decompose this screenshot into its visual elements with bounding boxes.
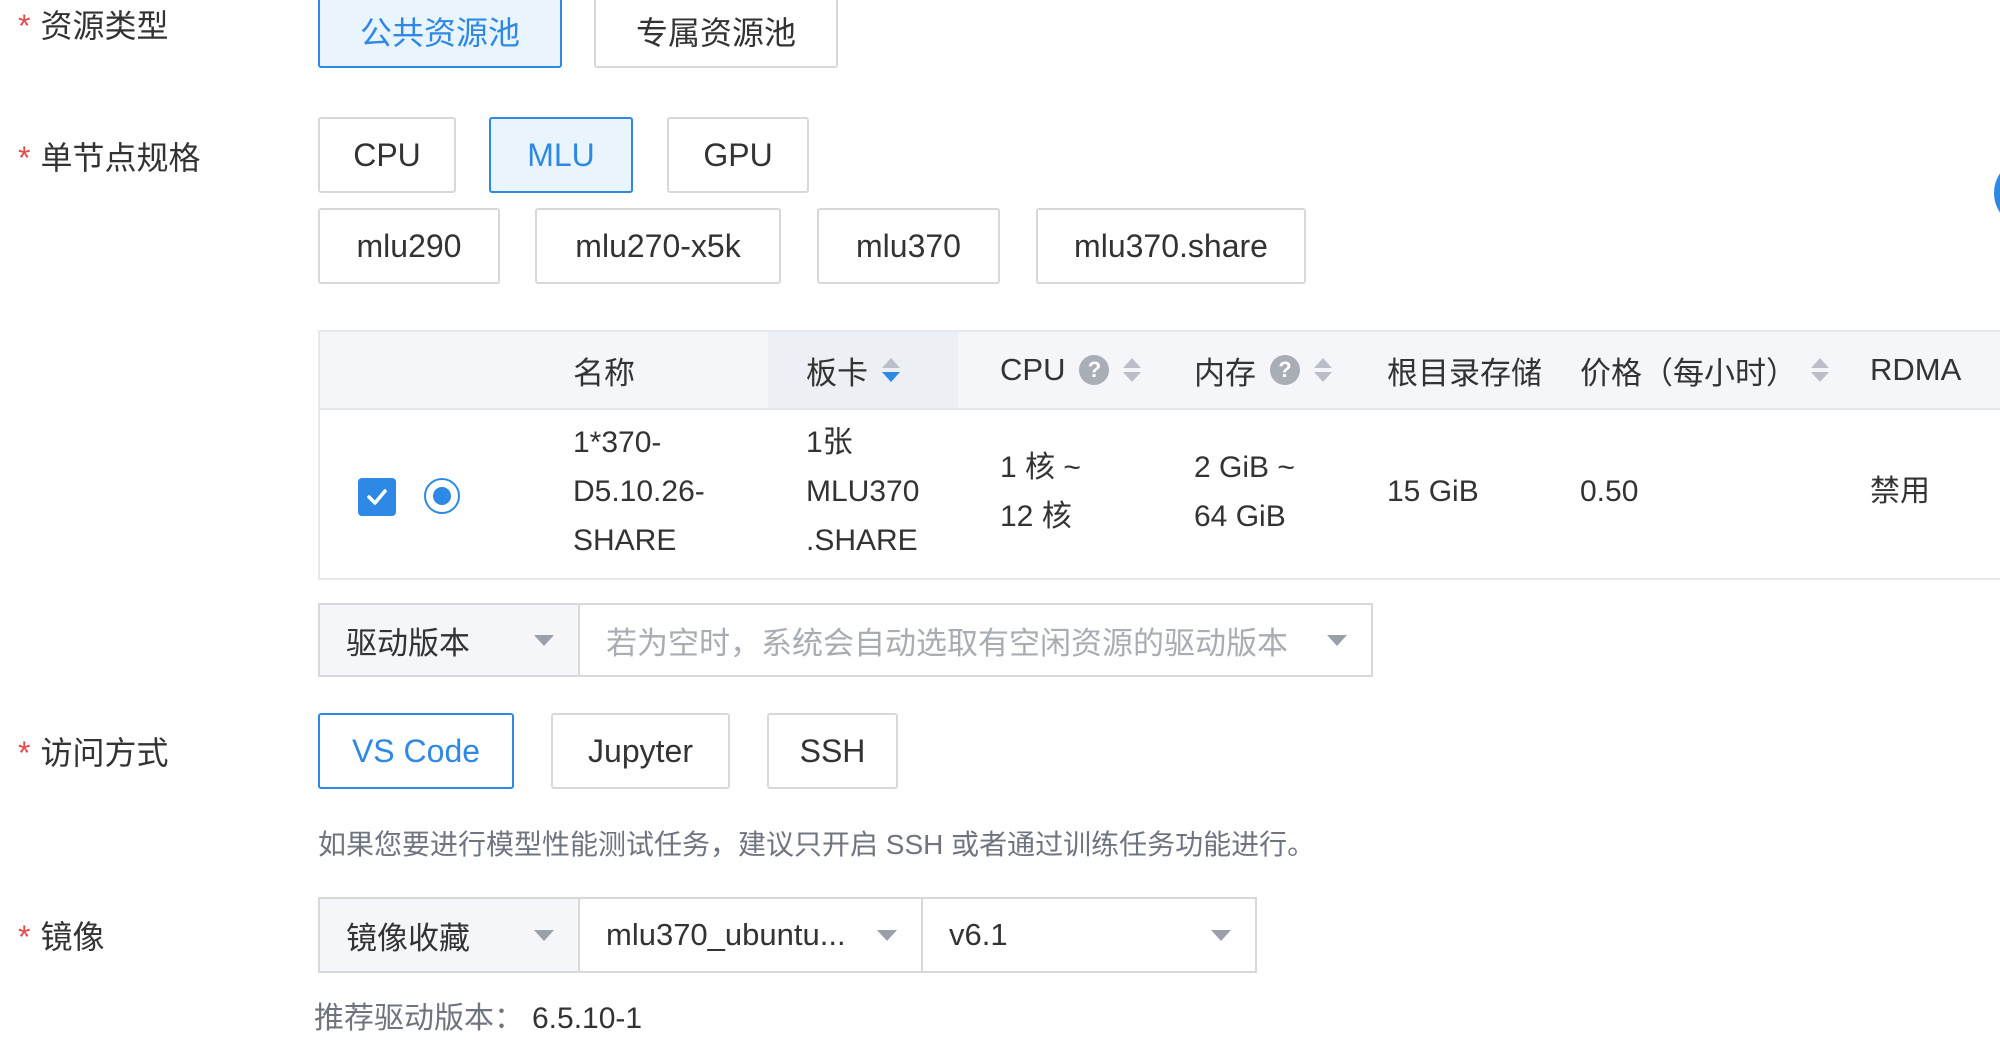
row-radio[interactable] bbox=[424, 478, 460, 514]
sort-icon[interactable] bbox=[1314, 358, 1332, 382]
image-source-select[interactable]: 镜像收藏 bbox=[318, 897, 580, 973]
access-hint: 如果您要进行模型性能测试任务，建议只开启 SSH 或者通过训练任务功能进行。 bbox=[318, 829, 1316, 860]
sort-icon[interactable] bbox=[882, 358, 900, 382]
model-mlu290-button[interactable]: mlu290 bbox=[318, 208, 500, 284]
access-ssh-button[interactable]: SSH bbox=[767, 713, 898, 789]
caret-down-icon bbox=[534, 930, 554, 941]
cell-memory: 2 GiB ~ 64 GiB bbox=[1194, 451, 1295, 533]
cell-card: 1张 MLU370 .SHARE bbox=[806, 426, 920, 557]
access-label: * 访问方式 bbox=[18, 735, 169, 771]
col-cpu[interactable]: CPU ? bbox=[1000, 332, 1142, 408]
node-spec-label: * 单节点规格 bbox=[18, 140, 201, 176]
caret-down-icon bbox=[1211, 930, 1231, 941]
table-header: 名称 板卡 CPU ? 内存 ? 根目录存储 价格（每小时） RDMA bbox=[320, 332, 2000, 410]
driver-version-select[interactable]: 若为空时，系统会自动选取有空闲资源的驱动版本 bbox=[578, 603, 1373, 677]
col-card[interactable]: 板卡 bbox=[806, 332, 900, 408]
check-icon bbox=[367, 489, 387, 505]
question-circle-icon[interactable]: ? bbox=[1270, 355, 1300, 385]
model-mlu370-share-button[interactable]: mlu370.share bbox=[1036, 208, 1306, 284]
image-label: * 镜像 bbox=[18, 919, 105, 955]
required-mark: * bbox=[18, 8, 31, 44]
col-name: 名称 bbox=[573, 355, 635, 391]
access-vscode-button[interactable]: VS Code bbox=[318, 713, 514, 789]
sort-icon[interactable] bbox=[1811, 358, 1829, 382]
question-circle-icon[interactable]: ? bbox=[1079, 355, 1110, 385]
side-float-button[interactable] bbox=[1994, 158, 2000, 228]
image-name-select[interactable]: mlu370_ubuntu... bbox=[578, 897, 923, 973]
recommended-driver: 推荐驱动版本： 6.5.10-1 bbox=[314, 1002, 643, 1035]
caret-down-icon bbox=[877, 930, 897, 941]
row-checkbox[interactable] bbox=[358, 478, 396, 516]
resource-type-dedicated-button[interactable]: 专属资源池 bbox=[594, 0, 838, 68]
model-mlu370-button[interactable]: mlu370 bbox=[817, 208, 1000, 284]
required-mark: * bbox=[18, 919, 31, 955]
resource-type-public-button[interactable]: 公共资源池 bbox=[318, 0, 562, 68]
col-price[interactable]: 价格（每小时） bbox=[1580, 332, 1829, 408]
required-mark: * bbox=[18, 140, 31, 176]
cell-name: 1*370- D5.10.26- SHARE bbox=[573, 426, 705, 557]
model-mlu270-x5k-button[interactable]: mlu270-x5k bbox=[535, 208, 781, 284]
spec-cpu-button[interactable]: CPU bbox=[318, 117, 456, 193]
caret-down-icon bbox=[1327, 635, 1347, 646]
driver-type-select[interactable]: 驱动版本 bbox=[318, 603, 580, 677]
sort-icon[interactable] bbox=[1123, 358, 1142, 382]
cell-root-storage: 15 GiB bbox=[1387, 475, 1479, 508]
col-root-storage: 根目录存储 bbox=[1387, 355, 1542, 391]
col-rdma: RDMA bbox=[1870, 352, 1962, 387]
cell-cpu: 1 核 ~ 12 核 bbox=[1000, 451, 1081, 533]
cell-rdma: 禁用 bbox=[1870, 475, 1930, 508]
spec-table: 名称 板卡 CPU ? 内存 ? 根目录存储 价格（每小时） RDMA 1*37… bbox=[318, 330, 2000, 580]
required-mark: * bbox=[18, 735, 31, 771]
resource-type-label: * 资源类型 bbox=[18, 8, 169, 44]
spec-mlu-button[interactable]: MLU bbox=[489, 117, 633, 193]
caret-down-icon bbox=[534, 635, 554, 646]
access-jupyter-button[interactable]: Jupyter bbox=[551, 713, 730, 789]
cell-price: 0.50 bbox=[1580, 475, 1639, 508]
image-version-select[interactable]: v6.1 bbox=[921, 897, 1257, 973]
spec-gpu-button[interactable]: GPU bbox=[667, 117, 809, 193]
col-memory[interactable]: 内存 ? bbox=[1194, 332, 1332, 408]
